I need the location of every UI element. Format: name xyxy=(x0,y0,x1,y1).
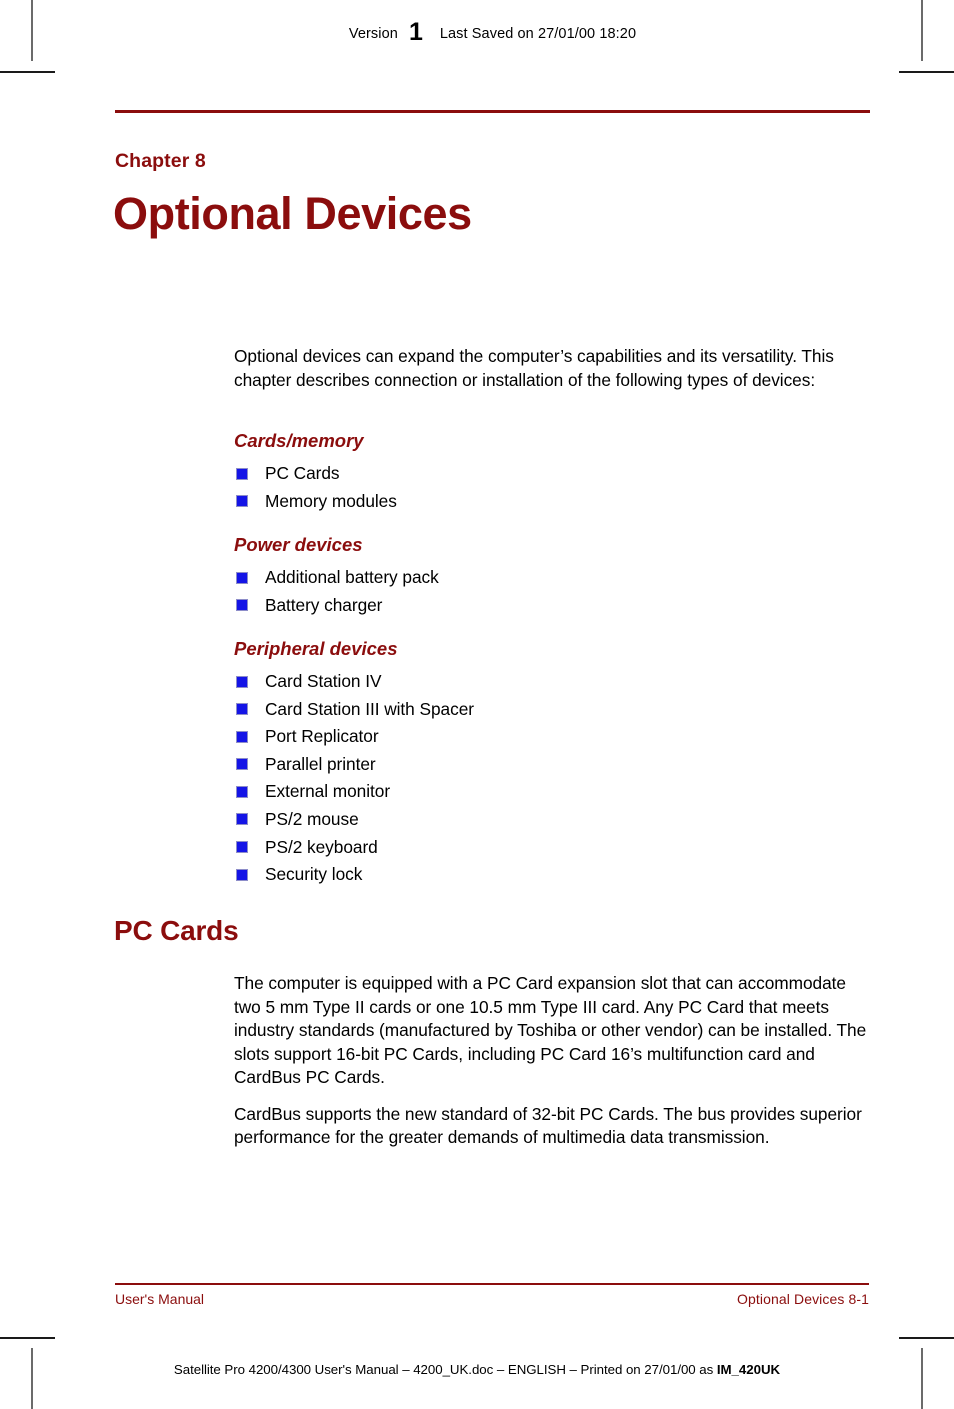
running-header: Version 1 Last Saved on 27/01/00 18:20 xyxy=(115,18,870,46)
footer-divider-rule xyxy=(115,1283,869,1285)
crop-mark-bottom-left-horizontal xyxy=(0,1337,55,1339)
bullet-square-icon xyxy=(237,759,247,770)
group-power-devices: Power devices Additional battery pack Ba… xyxy=(234,534,870,619)
last-saved-text: Last Saved on 27/01/00 18:20 xyxy=(439,26,637,42)
bullet-square-icon xyxy=(237,842,247,853)
crop-mark-bottom-right-vertical xyxy=(921,1348,923,1409)
page-footer: User's Manual Optional Devices 8-1 xyxy=(115,1291,869,1307)
intro-paragraph: Optional devices can expand the computer… xyxy=(234,346,834,390)
list-item-label: External monitor xyxy=(265,781,391,802)
crop-mark-top-left-vertical xyxy=(31,0,33,61)
group-heading: Power devices xyxy=(234,534,363,555)
footer-right-text: Optional Devices 8-1 xyxy=(737,1291,869,1307)
page-title: Optional Devices xyxy=(113,188,472,239)
group-peripheral-devices: Peripheral devices Card Station IV Card … xyxy=(234,638,870,889)
group-list: Card Station IV Card Station III with Sp… xyxy=(234,668,870,889)
list-item-label: Card Station IV xyxy=(265,671,382,691)
list-item-label: PS/2 mouse xyxy=(265,808,359,829)
list-item: PS/2 mouse xyxy=(234,806,870,834)
document-page: Version 1 Last Saved on 27/01/00 18:20 C… xyxy=(0,0,954,1409)
list-item-label: PC Cards xyxy=(265,463,340,483)
crop-mark-top-right-horizontal xyxy=(899,71,954,73)
list-item-label: PS/2 keyboard xyxy=(265,836,378,857)
list-item: Port Replicator xyxy=(234,723,870,751)
bullet-square-icon xyxy=(237,731,247,742)
list-item-label: Battery charger xyxy=(265,594,383,615)
section-paragraph-2: CardBus supports the new standard of 32-… xyxy=(234,1103,862,1148)
intro-block: Optional devices can expand the computer… xyxy=(234,345,870,392)
list-item: Card Station III with Spacer xyxy=(234,696,870,724)
bullet-square-icon xyxy=(237,676,247,687)
bullet-square-icon xyxy=(237,704,247,715)
crop-mark-top-left-horizontal xyxy=(0,71,55,73)
list-item-label: Memory modules xyxy=(265,490,397,511)
print-doc-code: IM_420UK xyxy=(716,1362,781,1377)
crop-mark-bottom-right-horizontal xyxy=(899,1337,954,1339)
group-list: Additional battery pack Battery charger xyxy=(234,564,870,619)
list-item-label: Parallel printer xyxy=(265,753,376,774)
crop-mark-top-right-vertical xyxy=(921,0,923,61)
list-item: Additional battery pack xyxy=(234,564,870,592)
group-heading: Peripheral devices xyxy=(234,638,398,659)
list-item: PS/2 keyboard xyxy=(234,834,870,862)
list-item-label: Card Station III with Spacer xyxy=(265,698,474,719)
section-paragraph-1: The computer is equipped with a PC Card … xyxy=(234,973,867,1087)
version-number: 1 xyxy=(408,18,423,46)
list-item: Memory modules xyxy=(234,488,870,516)
list-item-label: Additional battery pack xyxy=(265,567,439,587)
bullet-square-icon xyxy=(237,572,247,583)
list-item: External monitor xyxy=(234,778,870,806)
group-list: PC Cards Memory modules xyxy=(234,460,870,515)
crop-mark-bottom-left-vertical xyxy=(31,1348,33,1409)
bullet-square-icon xyxy=(237,600,247,611)
list-item: Security lock xyxy=(234,861,870,889)
list-item: Card Station IV xyxy=(234,668,870,696)
list-item: PC Cards xyxy=(234,460,870,488)
print-info-line: Satellite Pro 4200/4300 User's Manual – … xyxy=(0,1362,954,1377)
section-body: The computer is equipped with a PC Card … xyxy=(234,972,870,1150)
section-heading-pc-cards: PC Cards xyxy=(114,915,239,946)
bullet-square-icon xyxy=(237,814,247,825)
list-item: Battery charger xyxy=(234,592,870,620)
bullet-square-icon xyxy=(237,786,247,797)
chapter-label: Chapter 8 xyxy=(115,150,206,172)
footer-left-text: User's Manual xyxy=(115,1291,205,1307)
list-item: Parallel printer xyxy=(234,751,870,779)
bullet-square-icon xyxy=(237,496,247,507)
version-label: Version xyxy=(348,26,398,42)
group-heading: Cards/memory xyxy=(234,430,364,451)
print-info-text: Satellite Pro 4200/4300 User's Manual – … xyxy=(173,1362,717,1377)
group-cards-memory: Cards/memory PC Cards Memory modules xyxy=(234,430,870,515)
header-divider-rule xyxy=(115,110,870,113)
bullet-square-icon xyxy=(237,869,247,880)
list-item-label: Port Replicator xyxy=(265,726,379,747)
list-item-label: Security lock xyxy=(265,864,363,885)
bullet-square-icon xyxy=(237,468,247,479)
